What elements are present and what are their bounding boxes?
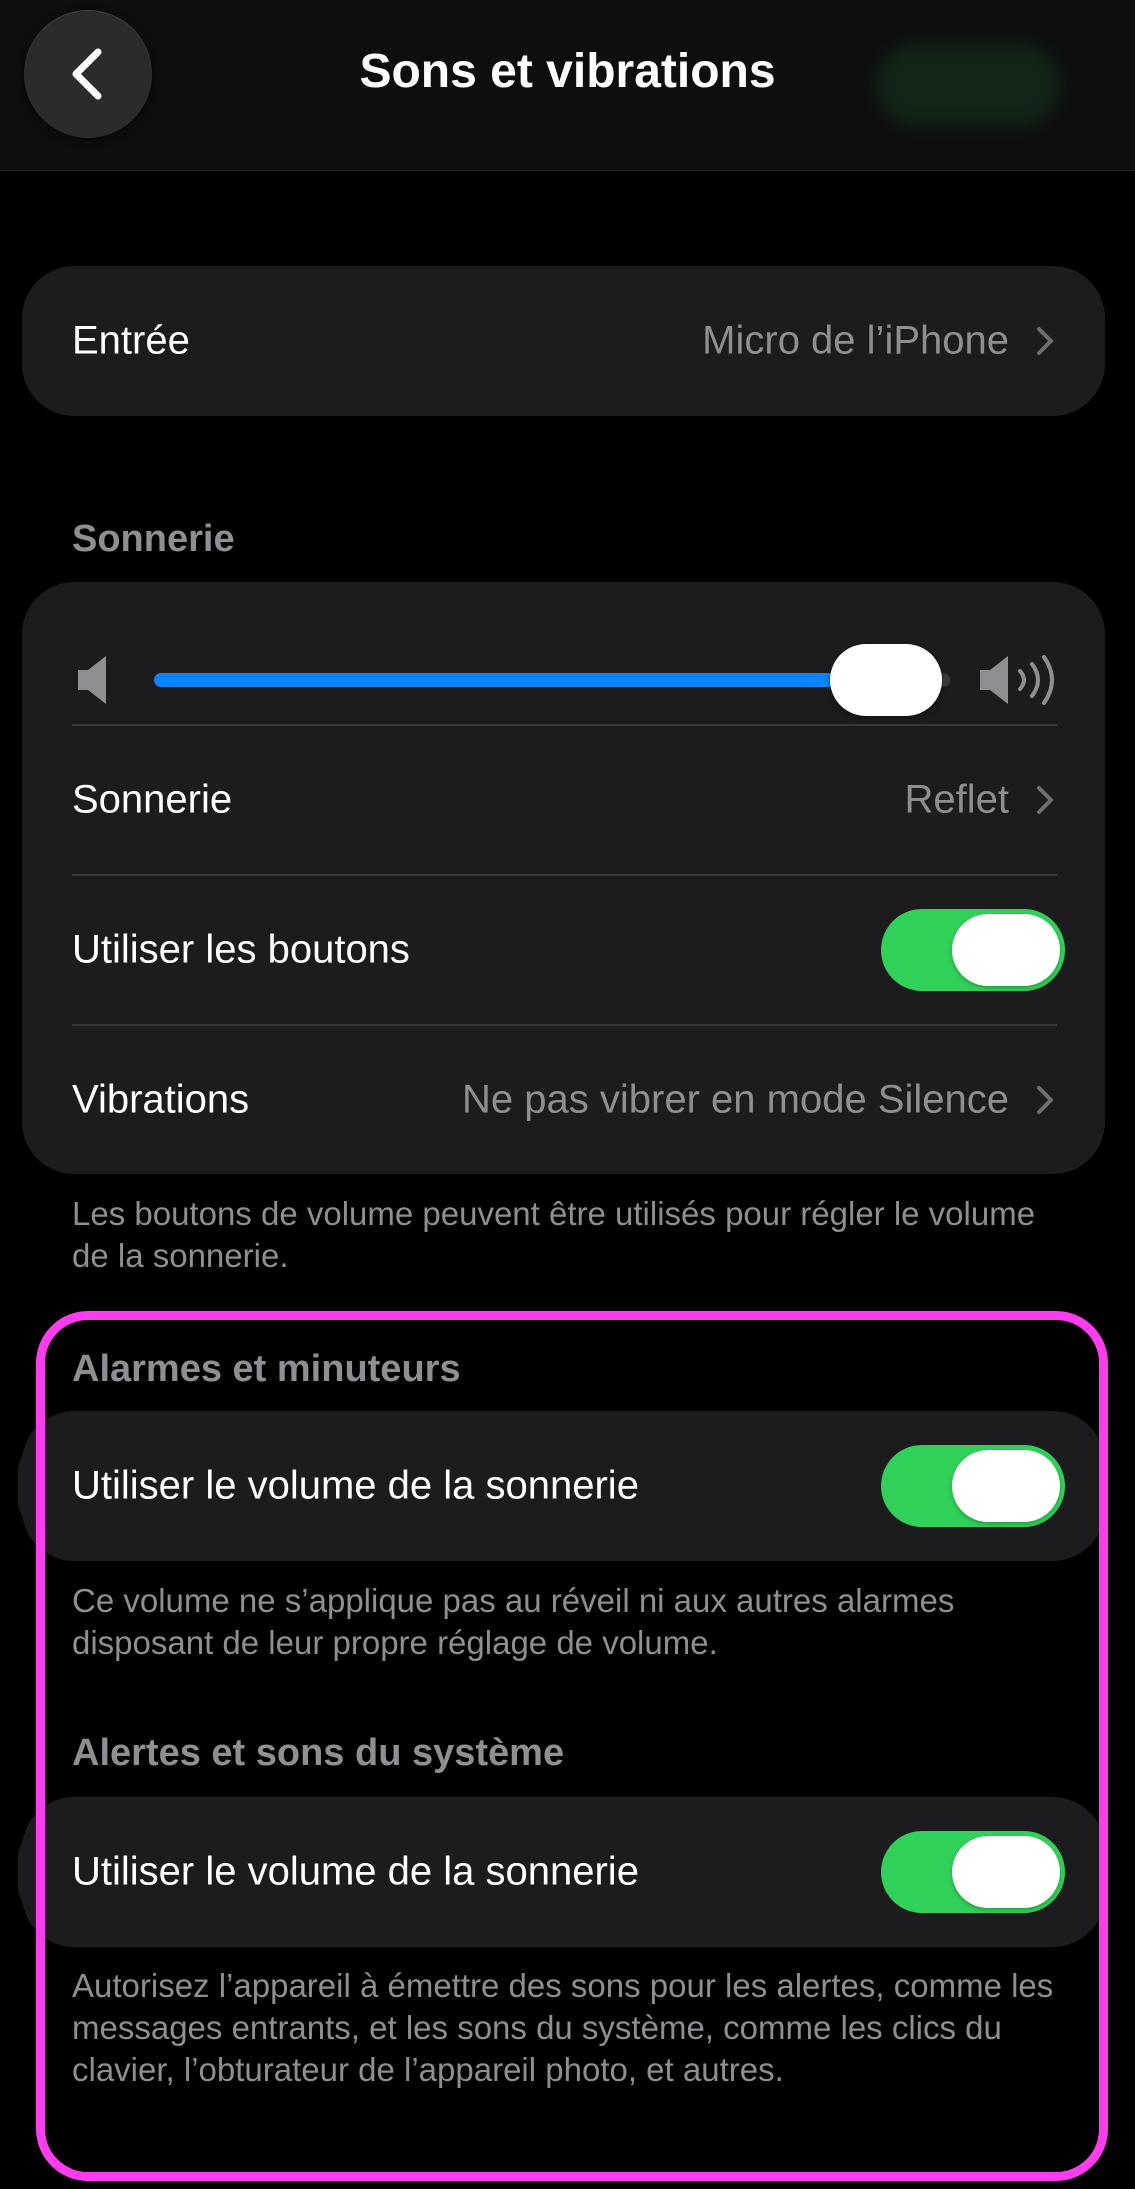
chevron-right-icon <box>1037 327 1053 355</box>
ringtone-label: Sonnerie <box>72 777 233 822</box>
ringtone-row[interactable]: Sonnerie Reflet <box>22 725 1105 875</box>
system-footer: Autorisez l’appareil à émettre des sons … <box>72 1967 1054 2088</box>
use-buttons-label: Utiliser les boutons <box>72 927 410 972</box>
input-value: Micro de l’iPhone <box>702 318 1009 363</box>
use-buttons-row: Utiliser les boutons <box>22 875 1105 1025</box>
system-volume-toggle[interactable] <box>881 1831 1065 1913</box>
input-group: Entrée Micro de l’iPhone <box>22 266 1105 416</box>
volume-slider-fill <box>154 673 887 687</box>
toggle-knob <box>952 914 1060 986</box>
alarms-volume-toggle[interactable] <box>881 1445 1065 1527</box>
ringtone-value: Reflet <box>904 777 1010 822</box>
system-section-header: Alertes et sons du système <box>72 1732 565 1774</box>
system-group: Utiliser le volume de la sonnerie <box>22 1797 1105 1947</box>
ringer-footer: Les boutons de volume peuvent être utili… <box>72 1195 1036 1274</box>
alarms-section-header: Alarmes et minuteurs <box>72 1348 461 1390</box>
ringer-group: Sonnerie Reflet Utiliser les boutons Vib… <box>22 582 1105 1174</box>
navigation-bar: Sons et vibrations <box>0 0 1135 171</box>
alarms-volume-label: Utiliser le volume de la sonnerie <box>72 1463 639 1508</box>
page-title: Sons et vibrations <box>359 45 776 98</box>
input-label: Entrée <box>72 318 190 363</box>
toggle-knob <box>952 1836 1060 1908</box>
alarms-footer: Ce volume ne s’applique pas au réveil ni… <box>72 1582 955 1661</box>
system-volume-label: Utiliser le volume de la sonnerie <box>72 1849 639 1894</box>
system-volume-row: Utiliser le volume de la sonnerie <box>22 1797 1105 1947</box>
speaker-low-icon <box>78 656 106 704</box>
use-buttons-toggle[interactable] <box>881 909 1065 991</box>
chevron-right-icon <box>1037 1086 1053 1114</box>
vibrations-label: Vibrations <box>72 1077 250 1122</box>
volume-slider-thumb[interactable] <box>830 644 943 716</box>
volume-slider[interactable] <box>154 644 950 716</box>
input-row[interactable]: Entrée Micro de l’iPhone <box>22 266 1105 416</box>
vibrations-value: Ne pas vibrer en mode Silence <box>462 1077 1009 1122</box>
alarms-volume-row: Utiliser le volume de la sonnerie <box>22 1411 1105 1561</box>
vibrations-row[interactable]: Vibrations Ne pas vibrer en mode Silence <box>22 1025 1105 1174</box>
alarms-group: Utiliser le volume de la sonnerie <box>22 1411 1105 1561</box>
toggle-knob <box>952 1450 1060 1522</box>
chevron-right-icon <box>1037 786 1053 814</box>
speaker-high-icon <box>980 655 1054 705</box>
ringer-section-header: Sonnerie <box>72 518 235 560</box>
